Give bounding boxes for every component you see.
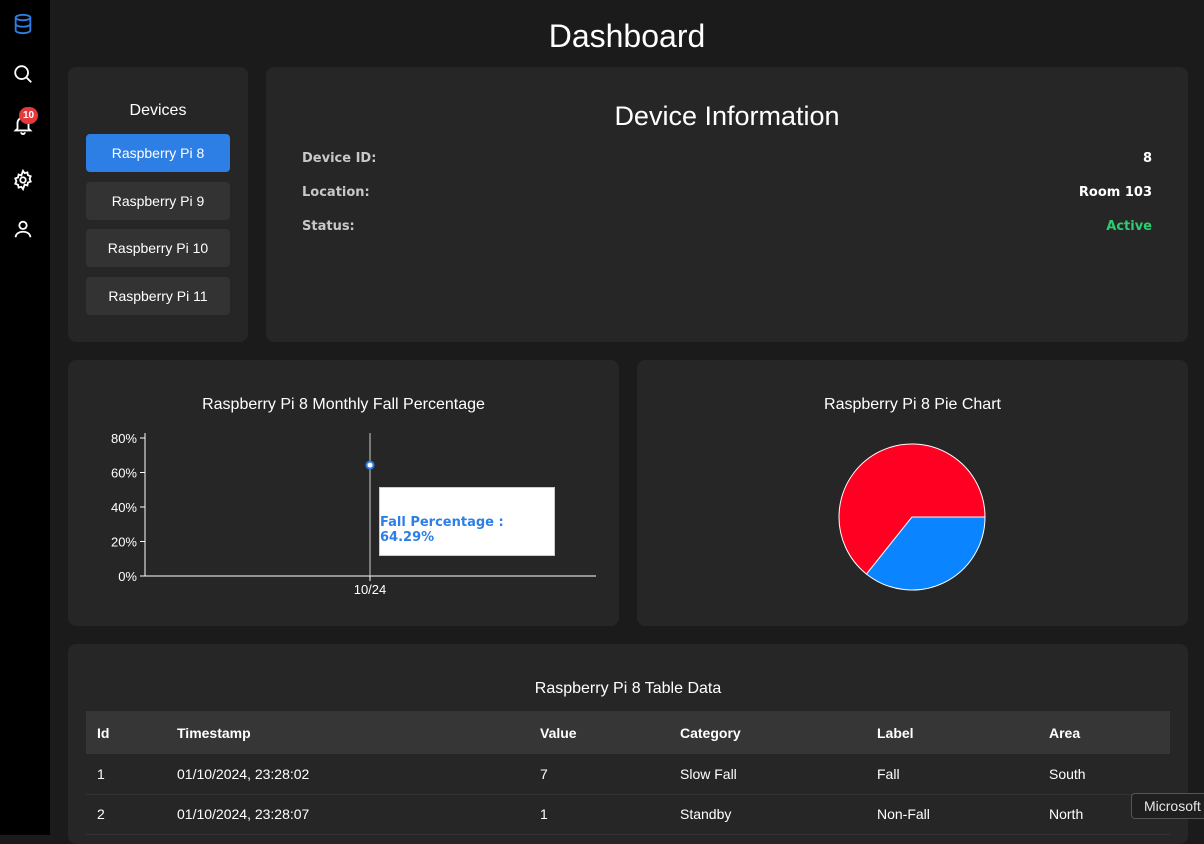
cell-value: 7 [540,765,548,782]
status-value: Active [1106,219,1152,234]
column-header-timestamp[interactable]: Timestamp [166,711,529,754]
device-info-panel: Device Information Device ID: 8 Location… [266,67,1188,342]
chart-tooltip: Fall Percentage : 64.29% [379,487,555,556]
gear-icon[interactable] [12,169,34,191]
table-title: Raspberry Pi 8 Table Data [534,680,722,697]
system-tooltip: Microsoft [1131,793,1204,819]
device-button-raspberry-pi-8[interactable]: Raspberry Pi 8 [86,134,230,172]
column-header-id[interactable]: Id [86,711,166,754]
cell-timestamp: 01/10/2024, 23:28:02 [177,765,310,782]
pie-chart-panel: Raspberry Pi 8 Pie Chart [637,360,1188,626]
device-info-title: Device Information [614,101,840,131]
column-header-value[interactable]: Value [529,711,669,754]
line-chart-title: Raspberry Pi 8 Monthly Fall Percentage [202,396,485,413]
location-row: Location: Room 103 [302,185,1152,205]
cell-timestamp: 01/10/2024, 23:28:07 [177,806,310,822]
column-header-area[interactable]: Area [1038,711,1170,754]
cell-id: 1 [97,765,105,782]
device-button-raspberry-pi-9[interactable]: Raspberry Pi 9 [86,182,230,220]
column-header-label[interactable]: Label [866,711,1038,754]
column-header-category[interactable]: Category [669,711,866,754]
status-row: Status: Active [302,219,1152,239]
sidebar-rail: 10 [0,0,50,835]
cell-label: Non-Fall [877,806,930,822]
device-id-label: Device ID: [302,151,377,166]
status-label: Status: [302,219,355,234]
devices-panel: Devices Raspberry Pi 8 Raspberry Pi 9 Ra… [68,67,248,342]
cell-value: 1 [540,806,548,822]
cell-area: South [1049,765,1086,782]
data-table: Id Timestamp Value Category Label Area 1… [86,711,1170,835]
device-id-value: 8 [1142,151,1152,166]
page-title: Dashboard [548,18,706,54]
database-icon[interactable] [12,13,34,35]
pie-chart-title: Raspberry Pi 8 Pie Chart [824,396,1001,413]
notification-badge: 10 [19,107,38,124]
cell-label: Fall [877,765,900,782]
cell-id: 2 [97,806,105,822]
table-panel: Raspberry Pi 8 Table Data Id Timestamp V… [68,644,1188,844]
table-row: 2 01/10/2024, 23:28:07 1 Standby Non-Fal… [86,794,1170,834]
devices-title: Devices [129,102,187,119]
location-value: Room 103 [1078,185,1152,200]
device-button-raspberry-pi-11[interactable]: Raspberry Pi 11 [86,277,230,315]
location-label: Location: [302,185,370,200]
cell-category: Slow Fall [680,765,737,782]
cell-category: Standby [680,806,732,822]
search-icon[interactable] [12,63,34,85]
device-id-row: Device ID: 8 [302,151,1152,171]
table-header-row: Id Timestamp Value Category Label Area [86,711,1170,754]
user-icon[interactable] [12,218,34,240]
table-row: 1 01/10/2024, 23:28:02 7 Slow Fall Fall … [86,754,1170,794]
device-button-raspberry-pi-10[interactable]: Raspberry Pi 10 [86,229,230,267]
